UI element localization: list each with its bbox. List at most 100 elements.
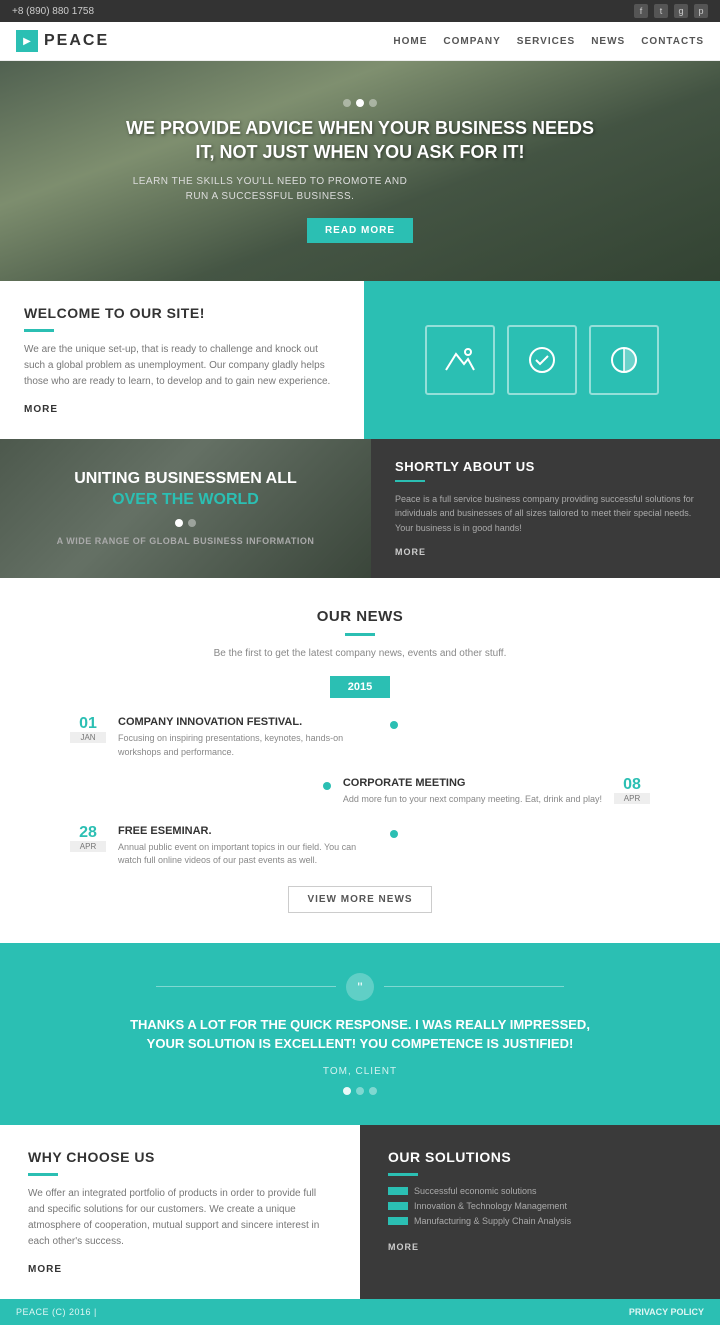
phone-number: +8 (890) 880 1758 — [12, 6, 94, 17]
hero-section: WE PROVIDE ADVICE WHEN YOUR BUSINESS NEE… — [0, 61, 720, 281]
solution-text-3: Manufacturing & Supply Chain Analysis — [414, 1216, 571, 1226]
quote-divider: " — [60, 973, 660, 1001]
news-dot-1 — [390, 721, 398, 729]
mid-carousel-dots — [57, 519, 315, 527]
news-date-2: 08 APR — [614, 777, 650, 804]
news-item-text-2: Add more fun to your next company meetin… — [343, 793, 602, 807]
welcome-section: WELCOME TO OUR SITE! We are the unique s… — [0, 281, 720, 439]
site-header: PEACE HOME COMPANY SERVICES NEWS CONTACT… — [0, 22, 720, 61]
news-date-3: 28 APR — [70, 825, 106, 852]
site-footer: PEACE (C) 2016 | PRIVACY POLICY — [0, 1299, 720, 1325]
privacy-policy-link[interactable]: PRIVACY POLICY — [629, 1307, 704, 1317]
view-more-news-button[interactable]: VIEW MORE NEWS — [288, 886, 431, 913]
top-bar: +8 (890) 880 1758 f t g p — [0, 0, 720, 22]
testimonial-dot-3[interactable] — [369, 1087, 377, 1095]
carousel-dot-1[interactable] — [343, 99, 351, 107]
mid-left: UNITING BUSINESSMEN ALL OVER THE WORLD A… — [0, 439, 371, 578]
twitter-icon[interactable]: t — [654, 4, 668, 18]
testimonial-dots — [60, 1087, 660, 1095]
solution-text-1: Successful economic solutions — [414, 1186, 537, 1196]
why-choose-text: We offer an integrated portfolio of prod… — [28, 1186, 332, 1250]
mid-right: SHORTLY ABOUT US Peace is a full service… — [371, 439, 720, 578]
news-subtitle: Be the first to get the latest company n… — [210, 646, 510, 662]
news-month-1: JAN — [70, 732, 106, 743]
nav-news[interactable]: NEWS — [591, 36, 625, 47]
footer-copyright: PEACE (C) 2016 | — [16, 1307, 97, 1317]
news-item-title-1[interactable]: COMPANY INNOVATION FESTIVAL. — [118, 716, 378, 728]
welcome-right — [364, 281, 720, 439]
nav-contacts[interactable]: CONTACTS — [641, 36, 704, 47]
news-dot-2 — [323, 782, 331, 790]
solution-item-3: Manufacturing & Supply Chain Analysis — [388, 1216, 692, 1226]
news-content-2: CORPORATE MEETING Add more fun to your n… — [343, 777, 602, 807]
solutions-list: Successful economic solutions Innovation… — [388, 1186, 692, 1226]
why-choose-more-link[interactable]: MORE — [28, 1264, 62, 1275]
mid-subtitle: A WIDE RANGE OF GLOBAL BUSINESS INFORMAT… — [57, 535, 315, 549]
news-content-3: FREE ESEMINAR. Annual public event on im… — [118, 825, 378, 868]
google-plus-icon[interactable]: g — [674, 4, 688, 18]
check-circle-icon-box[interactable] — [507, 325, 577, 395]
half-circle-icon-box[interactable] — [589, 325, 659, 395]
hero-read-more-button[interactable]: READ MORE — [307, 218, 413, 243]
news-day-1: 01 — [70, 716, 106, 732]
mountain-icon-box[interactable] — [425, 325, 495, 395]
why-choose-title: WHY CHOOSE US — [28, 1149, 332, 1165]
welcome-underline — [24, 329, 54, 332]
quote-icon: " — [346, 973, 374, 1001]
logo[interactable]: PEACE — [16, 30, 109, 52]
mountain-icon — [444, 344, 476, 376]
news-item-text-3: Annual public event on important topics … — [118, 841, 378, 868]
news-title: OUR NEWS — [40, 608, 680, 625]
news-year: 2015 — [330, 676, 390, 698]
nav-services[interactable]: SERVICES — [517, 36, 575, 47]
nav-home[interactable]: HOME — [393, 36, 427, 47]
news-month-2: APR — [614, 793, 650, 804]
news-date-1: 01 JAN — [70, 716, 106, 743]
news-item-title-2[interactable]: CORPORATE MEETING — [343, 777, 602, 789]
mid-more-link[interactable]: MORE — [395, 547, 426, 557]
facebook-icon[interactable]: f — [634, 4, 648, 18]
social-links: f t g p — [634, 4, 708, 18]
carousel-dot-3[interactable] — [369, 99, 377, 107]
solutions-more-link[interactable]: MORE — [388, 1242, 419, 1252]
mid-title-line1: UNITING BUSINESSMEN ALL — [74, 470, 297, 487]
welcome-left: WELCOME TO OUR SITE! We are the unique s… — [0, 281, 364, 439]
hero-content: WE PROVIDE ADVICE WHEN YOUR BUSINESS NEE… — [120, 99, 600, 243]
testimonial-dot-2[interactable] — [356, 1087, 364, 1095]
news-item-3: 28 APR FREE ESEMINAR. Annual public even… — [70, 825, 650, 868]
testimonial-dot-1[interactable] — [343, 1087, 351, 1095]
solutions-title: OUR SOLUTIONS — [388, 1149, 692, 1165]
solution-item-1: Successful economic solutions — [388, 1186, 692, 1196]
welcome-text: We are the unique set-up, that is ready … — [24, 342, 340, 390]
logo-icon — [16, 30, 38, 52]
testimonial-text: THANKS A LOT FOR THE QUICK RESPONSE. I W… — [110, 1015, 610, 1054]
solutions-underline — [388, 1173, 418, 1176]
mid-left-title: UNITING BUSINESSMEN ALL OVER THE WORLD — [57, 469, 315, 511]
mid-dot-2[interactable] — [188, 519, 196, 527]
news-item-text-1: Focusing on inspiring presentations, key… — [118, 732, 378, 759]
welcome-more-link[interactable]: MORE — [24, 404, 58, 415]
news-month-3: APR — [70, 841, 106, 852]
mid-dot-1[interactable] — [175, 519, 183, 527]
news-item-title-3[interactable]: FREE ESEMINAR. — [118, 825, 378, 837]
news-dot-3 — [390, 830, 398, 838]
testimonial-section: " THANKS A LOT FOR THE QUICK RESPONSE. I… — [0, 943, 720, 1125]
carousel-dot-2[interactable] — [356, 99, 364, 107]
hero-title: WE PROVIDE ADVICE WHEN YOUR BUSINESS NEE… — [120, 117, 600, 164]
why-choose-us: WHY CHOOSE US We offer an integrated por… — [0, 1125, 360, 1299]
hero-subtitle: LEARN THE SKILLS YOU'LL NEED TO PROMOTE … — [120, 174, 420, 204]
main-nav: HOME COMPANY SERVICES NEWS CONTACTS — [393, 36, 704, 47]
solution-text-2: Innovation & Technology Management — [414, 1201, 567, 1211]
news-item-1: 01 JAN COMPANY INNOVATION FESTIVAL. Focu… — [70, 716, 650, 759]
pinterest-icon[interactable]: p — [694, 4, 708, 18]
mid-title-highlight: OVER THE WORLD — [112, 491, 259, 508]
bottom-section: WHY CHOOSE US We offer an integrated por… — [0, 1125, 720, 1299]
nav-company[interactable]: COMPANY — [443, 36, 500, 47]
news-day-2: 08 — [614, 777, 650, 793]
solution-bar-3 — [388, 1217, 408, 1225]
check-circle-icon — [526, 344, 558, 376]
news-list: 01 JAN COMPANY INNOVATION FESTIVAL. Focu… — [70, 716, 650, 868]
news-day-3: 28 — [70, 825, 106, 841]
news-item-2: 08 APR CORPORATE MEETING Add more fun to… — [70, 777, 650, 807]
our-solutions: OUR SOLUTIONS Successful economic soluti… — [360, 1125, 720, 1299]
